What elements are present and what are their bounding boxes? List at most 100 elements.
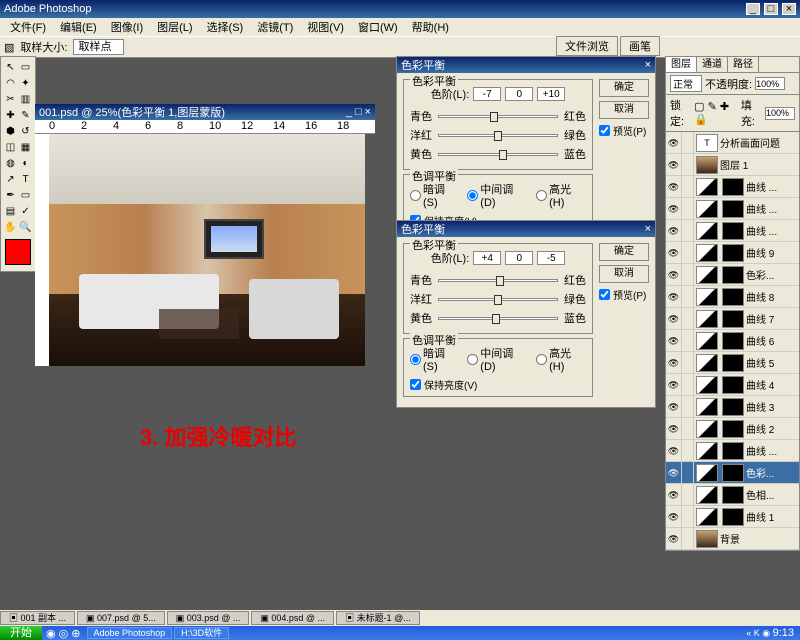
blur-tool[interactable]: ◍ [3,155,18,171]
layer-row[interactable]: 👁 曲线 ... [666,176,799,198]
layer-mask-thumb[interactable] [722,442,744,460]
doc-tab-button[interactable]: ▣ 003.psd @ ... [167,611,250,625]
link-cell[interactable] [682,440,694,461]
stamp-tool[interactable]: ⬢ [3,123,18,139]
cancel-button[interactable]: 取消 [599,101,649,119]
link-cell[interactable] [682,220,694,241]
layer-thumb[interactable] [696,442,718,460]
layer-row[interactable]: 👁 曲线 ... [666,440,799,462]
doc-tab-button[interactable]: ▣ 001 副本 ... [0,611,75,625]
layer-row[interactable]: 👁 曲线 1 [666,506,799,528]
slider-track[interactable] [438,115,558,118]
layer-mask-thumb[interactable] [722,420,744,438]
dialog-titlebar[interactable]: 色彩平衡× [397,221,655,237]
link-cell[interactable] [682,330,694,351]
blend-mode-dropdown[interactable]: 正常 [670,75,702,92]
layer-row[interactable]: 👁 曲线 5 [666,352,799,374]
preserve-luminosity[interactable]: 保持亮度(V) [410,377,586,392]
layer-mask-thumb[interactable] [722,464,744,482]
menu-item[interactable]: 编辑(E) [54,19,103,35]
top-tab[interactable]: 画笔 [620,36,660,56]
visibility-icon[interactable]: 👁 [666,484,682,505]
layer-thumb[interactable]: T [696,134,718,152]
start-button[interactable]: 开始 [0,626,42,640]
lock-icons[interactable]: ▢ ✎ ✚ 🔒 [694,100,738,126]
visibility-icon[interactable]: 👁 [666,242,682,263]
top-tab[interactable]: 文件浏览 [556,36,618,56]
dialog-close-icon[interactable]: × [645,59,651,71]
layer-row[interactable]: 👁 曲线 3 [666,396,799,418]
shape-tool[interactable]: ▭ [18,187,33,203]
eyedropper-tool[interactable]: ✓ [18,203,33,219]
layer-row[interactable]: 👁 背景 [666,528,799,550]
layer-thumb[interactable] [696,266,718,284]
layer-row[interactable]: 👁 色彩... [666,462,799,484]
menu-item[interactable]: 图像(I) [105,19,149,35]
layer-thumb[interactable] [696,310,718,328]
tone-radio[interactable]: 高光(H) [536,181,586,209]
gradient-tool[interactable]: ▦ [18,139,33,155]
tone-radio[interactable]: 中间调(D) [467,345,528,373]
layer-mask-thumb[interactable] [722,310,744,328]
brush-tool[interactable]: ✎ [18,107,33,123]
layer-row[interactable]: 👁 T 分析画面问题 [666,132,799,154]
layer-thumb[interactable] [696,200,718,218]
layer-mask-thumb[interactable] [722,288,744,306]
tone-radio[interactable]: 暗调(S) [410,345,459,373]
link-cell[interactable] [682,374,694,395]
pen-tool[interactable]: ✒ [3,187,18,203]
menu-item[interactable]: 选择(S) [201,19,250,35]
system-tray[interactable]: « K ◉ 9:13 [740,627,800,639]
link-cell[interactable] [682,352,694,373]
menu-item[interactable]: 图层(L) [151,19,198,35]
ok-button[interactable]: 确定 [599,79,649,97]
menu-item[interactable]: 滤镜(T) [251,19,299,35]
eraser-tool[interactable]: ◫ [3,139,18,155]
dialog-titlebar[interactable]: 色彩平衡× [397,57,655,73]
layer-thumb[interactable] [696,420,718,438]
visibility-icon[interactable]: 👁 [666,506,682,527]
visibility-icon[interactable]: 👁 [666,308,682,329]
visibility-icon[interactable]: 👁 [666,286,682,307]
link-cell[interactable] [682,506,694,527]
layer-mask-thumb[interactable] [722,508,744,526]
visibility-icon[interactable]: 👁 [666,176,682,197]
slider-thumb[interactable] [494,131,502,141]
level-input-1[interactable] [473,251,501,265]
wand-tool[interactable]: ✦ [18,75,33,91]
zoom-tool[interactable]: 🔍 [18,219,33,235]
layer-thumb[interactable] [696,486,718,504]
layer-mask-thumb[interactable] [722,354,744,372]
visibility-icon[interactable]: 👁 [666,440,682,461]
tone-radio[interactable]: 高光(H) [536,345,586,373]
canvas-image[interactable] [49,134,365,366]
layer-row[interactable]: 👁 曲线 6 [666,330,799,352]
layer-row[interactable]: 👁 曲线 ... [666,220,799,242]
visibility-icon[interactable]: 👁 [666,154,682,175]
link-cell[interactable] [682,396,694,417]
taskbar-app[interactable]: Adobe Photoshop [87,627,173,639]
layer-row[interactable]: 👁 图层 1 [666,154,799,176]
layer-thumb[interactable] [696,398,718,416]
layer-mask-thumb[interactable] [722,486,744,504]
visibility-icon[interactable]: 👁 [666,330,682,351]
path-tool[interactable]: ↗ [3,171,18,187]
layer-row[interactable]: 👁 曲线 4 [666,374,799,396]
dialog-close-icon[interactable]: × [645,223,651,235]
marquee-tool[interactable]: ▭ [18,59,33,75]
lasso-tool[interactable]: ◠ [3,75,18,91]
slider-track[interactable] [438,153,558,156]
link-cell[interactable] [682,242,694,263]
slider-thumb[interactable] [494,295,502,305]
slider-track[interactable] [438,317,558,320]
tone-radio[interactable]: 暗调(S) [410,181,459,209]
layer-thumb[interactable] [696,464,718,482]
taskbar-app[interactable]: H:\3D软件 [174,627,229,639]
visibility-icon[interactable]: 👁 [666,418,682,439]
layer-mask-thumb[interactable] [722,266,744,284]
layer-thumb[interactable] [696,376,718,394]
link-cell[interactable] [682,308,694,329]
menu-item[interactable]: 窗口(W) [352,19,404,35]
slider-thumb[interactable] [496,276,504,286]
preview-checkbox[interactable]: 预览(P) [599,287,649,302]
